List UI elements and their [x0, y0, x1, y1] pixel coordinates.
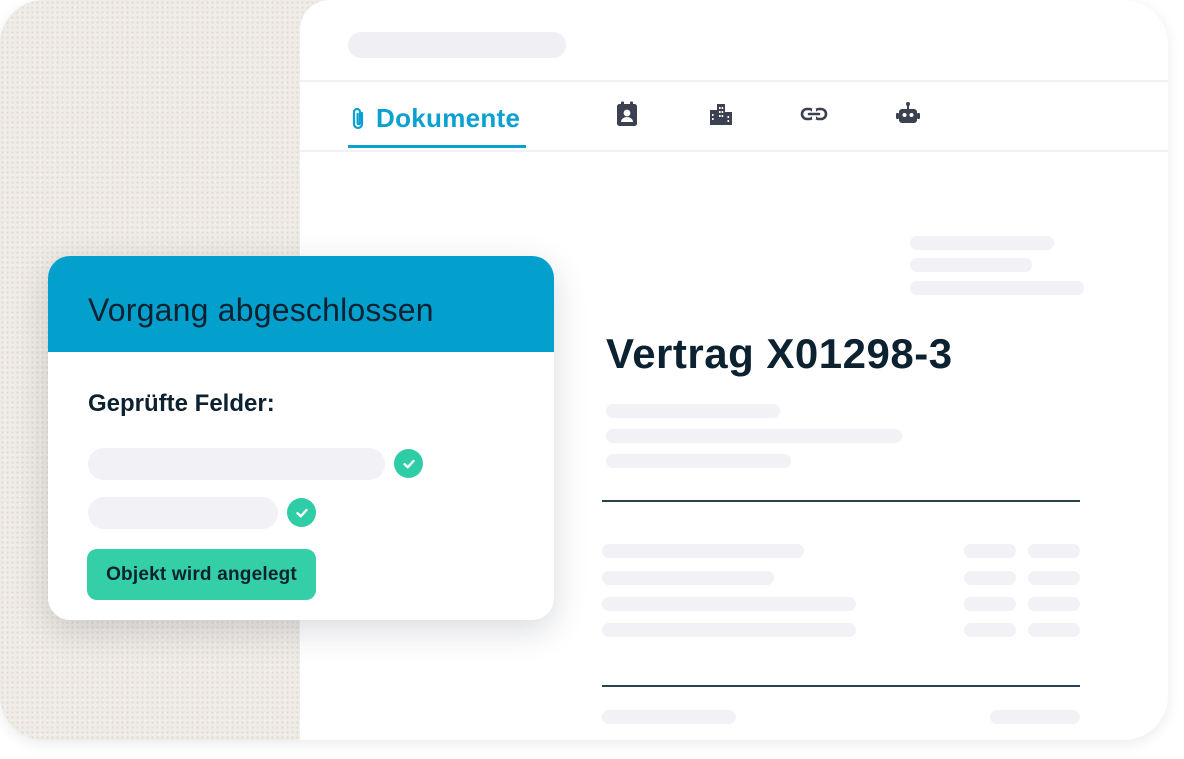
address-line	[910, 281, 1084, 295]
search-bar-placeholder[interactable]	[348, 32, 566, 58]
link-icon[interactable]	[800, 100, 828, 128]
checked-fields-label: Geprüfte Felder:	[88, 390, 275, 417]
table-row-label	[602, 623, 856, 637]
tab-divider	[300, 150, 1168, 152]
tab-documents-label: Dokumente	[376, 103, 521, 133]
buildings-icon[interactable]	[707, 100, 735, 128]
table-row-label	[602, 544, 804, 558]
status-card-header: Vorgang abgeschlossen	[48, 256, 554, 352]
table-row-value	[1028, 623, 1080, 637]
address-line	[910, 236, 1054, 250]
table-row-label	[602, 597, 856, 611]
footer-value	[990, 710, 1080, 724]
address-line	[910, 258, 1032, 272]
status-card: Vorgang abgeschlossen Geprüfte Felder: O…	[48, 256, 554, 620]
section-rule	[602, 685, 1080, 687]
table-row-value	[964, 571, 1016, 585]
text-line	[606, 454, 791, 468]
check-icon	[287, 498, 316, 527]
header-divider	[300, 80, 1168, 82]
table-row-value	[1028, 571, 1080, 585]
checked-field	[88, 448, 385, 480]
robot-icon[interactable]	[894, 100, 922, 128]
table-row-value	[964, 623, 1016, 637]
footer-line	[602, 710, 736, 724]
checked-field	[88, 497, 278, 529]
table-row-value	[964, 597, 1016, 611]
text-line	[606, 404, 780, 418]
document-title: Vertrag X01298-3	[606, 330, 953, 377]
tab-documents[interactable]: Dokumente	[348, 96, 527, 148]
check-icon	[394, 449, 423, 478]
table-row-value	[1028, 597, 1080, 611]
table-row-value	[1028, 544, 1080, 558]
status-card-title: Vorgang abgeschlossen	[88, 292, 434, 328]
table-row-label	[602, 571, 774, 585]
text-line	[606, 429, 902, 443]
table-row-value	[964, 544, 1016, 558]
create-object-button[interactable]: Objekt wird angelegt	[87, 549, 316, 600]
paperclip-icon	[350, 106, 366, 137]
section-rule	[602, 500, 1080, 502]
contact-card-icon[interactable]	[613, 100, 641, 128]
screenshot-frame: Dokumente Vertrag X01298-3 Vorgang abges…	[0, 0, 1168, 740]
